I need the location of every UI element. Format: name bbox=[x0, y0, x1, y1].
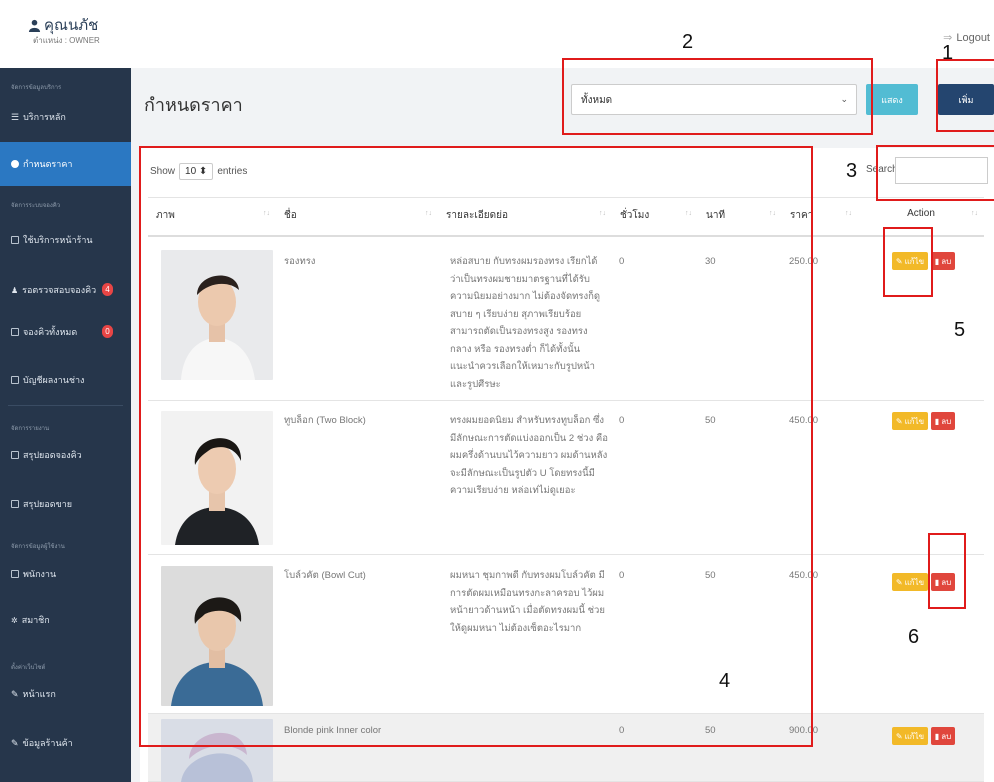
sidebar-item-label: สมาชิก bbox=[21, 615, 50, 625]
column-label: Action bbox=[907, 208, 935, 219]
sidebar-item-label: บริการหลัก bbox=[23, 112, 66, 122]
sidebar-item-label: พนักงาน bbox=[23, 569, 57, 579]
annotation-number: 6 bbox=[908, 626, 920, 648]
trash-icon: ▮ bbox=[934, 256, 940, 266]
sidebar-item-members[interactable]: ✲ สมาชิก bbox=[0, 612, 131, 628]
edit-label: แก้ไข bbox=[904, 416, 925, 426]
doc-icon bbox=[11, 376, 19, 384]
annotation-box-table bbox=[139, 146, 813, 747]
edit-icon: ✎ bbox=[11, 688, 19, 699]
delete-button[interactable]: ▮ ลบ bbox=[931, 252, 955, 270]
delete-button[interactable]: ▮ ลบ bbox=[931, 727, 955, 745]
delete-label: ลบ bbox=[941, 256, 952, 266]
sidebar-item-pricing[interactable]: กำหนดราคา bbox=[0, 142, 131, 186]
sidebar-item-label: รอตรวจสอบจองคิว bbox=[22, 285, 97, 295]
sidebar-section-services: จัดการข้อมูลบริการ bbox=[11, 85, 62, 91]
sidebar-section-website: ตั้งค่าเว็บไซต์ bbox=[11, 665, 46, 671]
group-icon: ✲ bbox=[11, 615, 18, 625]
sort-icon: ↑↓ bbox=[971, 210, 978, 217]
row-actions: ✎ แก้ไข ▮ ลบ bbox=[892, 727, 955, 745]
annotation-number: 4 bbox=[719, 670, 731, 692]
annotation-box-delete bbox=[928, 533, 966, 609]
sidebar-item-label: บัญชีผลงานช่าง bbox=[23, 375, 85, 385]
user-role: ตำแหน่ง : OWNER bbox=[33, 36, 100, 45]
sidebar-item-home[interactable]: ✎ หน้าแรก bbox=[0, 686, 131, 702]
delete-label: ลบ bbox=[941, 731, 952, 741]
edit-label: แก้ไข bbox=[904, 731, 925, 741]
sidebar-item-sales-summary[interactable]: สรุปยอดขาย bbox=[0, 496, 131, 512]
annotation-number: 3 bbox=[846, 160, 858, 182]
doc-icon bbox=[11, 500, 19, 508]
sidebar-item-main-services[interactable]: ☰ บริการหลัก bbox=[0, 109, 131, 125]
person-icon: ♟ bbox=[11, 285, 19, 295]
circle-icon bbox=[11, 160, 19, 168]
sidebar-item-label: สรุปยอดจองคิว bbox=[23, 450, 82, 460]
row-actions: ✎ แก้ไข ▮ ลบ bbox=[892, 412, 955, 430]
list-icon: ☰ bbox=[11, 111, 20, 122]
sidebar-item-label: กำหนดราคา bbox=[23, 159, 73, 169]
sidebar-section-booking: จัดการระบบจองคิว bbox=[11, 203, 61, 209]
sidebar-divider bbox=[8, 405, 123, 406]
annotation-box-filter bbox=[562, 58, 873, 135]
doc-icon bbox=[11, 451, 19, 459]
delete-button[interactable]: ▮ ลบ bbox=[931, 412, 955, 430]
trash-icon: ▮ bbox=[934, 416, 940, 426]
sidebar-item-label: สรุปยอดขาย bbox=[23, 499, 73, 509]
doc-icon bbox=[11, 236, 19, 244]
user-icon bbox=[28, 19, 41, 32]
sidebar-item-shop-info[interactable]: ✎ ข้อมูลร้านค้า bbox=[0, 735, 131, 751]
sidebar-section-users: จัดการข้อมูลผู้ใช้งาน bbox=[11, 544, 65, 550]
edit-icon: ✎ bbox=[895, 731, 903, 741]
annotation-box-search bbox=[876, 145, 994, 201]
sort-icon: ↑↓ bbox=[845, 210, 852, 217]
sidebar-item-staff[interactable]: พนักงาน bbox=[0, 566, 131, 582]
sidebar-item-portfolio[interactable]: บัญชีผลงานช่าง bbox=[0, 372, 131, 388]
edit-label: แก้ไข bbox=[904, 577, 925, 587]
pending-count-badge: 4 bbox=[102, 283, 113, 296]
logout-label: Logout bbox=[956, 31, 990, 44]
edit-icon: ✎ bbox=[11, 737, 19, 748]
annotation-number: 5 bbox=[954, 319, 966, 341]
doc-icon bbox=[11, 328, 19, 336]
show-button[interactable]: แสดง bbox=[866, 84, 918, 115]
annotation-number: 2 bbox=[682, 31, 694, 53]
sidebar-item-label: ใช้บริการหน้าร้าน bbox=[23, 235, 93, 245]
delete-label: ลบ bbox=[941, 416, 952, 426]
all-bookings-badge: 0 bbox=[102, 325, 113, 338]
edit-button[interactable]: ✎ แก้ไข bbox=[892, 412, 928, 430]
sidebar-item-walk-in[interactable]: ใช้บริการหน้าร้าน bbox=[0, 232, 131, 248]
sidebar-item-booking-summary[interactable]: สรุปยอดจองคิว bbox=[0, 447, 131, 463]
doc-icon bbox=[11, 570, 19, 578]
trash-icon: ▮ bbox=[934, 731, 940, 741]
edit-icon: ✎ bbox=[895, 416, 903, 426]
edit-button[interactable]: ✎ แก้ไข bbox=[892, 727, 928, 745]
page-title: กำหนดราคา bbox=[144, 95, 243, 115]
sidebar-item-label: หน้าแรก bbox=[22, 689, 56, 699]
edit-button[interactable]: ✎ แก้ไข bbox=[892, 573, 928, 591]
annotation-box-edit bbox=[883, 227, 933, 297]
edit-icon: ✎ bbox=[895, 577, 903, 587]
sidebar-item-label: ข้อมูลร้านค้า bbox=[22, 738, 73, 748]
sidebar-section-reports: จัดการรายงาน bbox=[11, 426, 50, 432]
sidebar-item-label: จองคิวทั้งหมด bbox=[23, 327, 78, 337]
annotation-number: 1 bbox=[942, 42, 954, 64]
annotation-box-add bbox=[936, 59, 994, 132]
